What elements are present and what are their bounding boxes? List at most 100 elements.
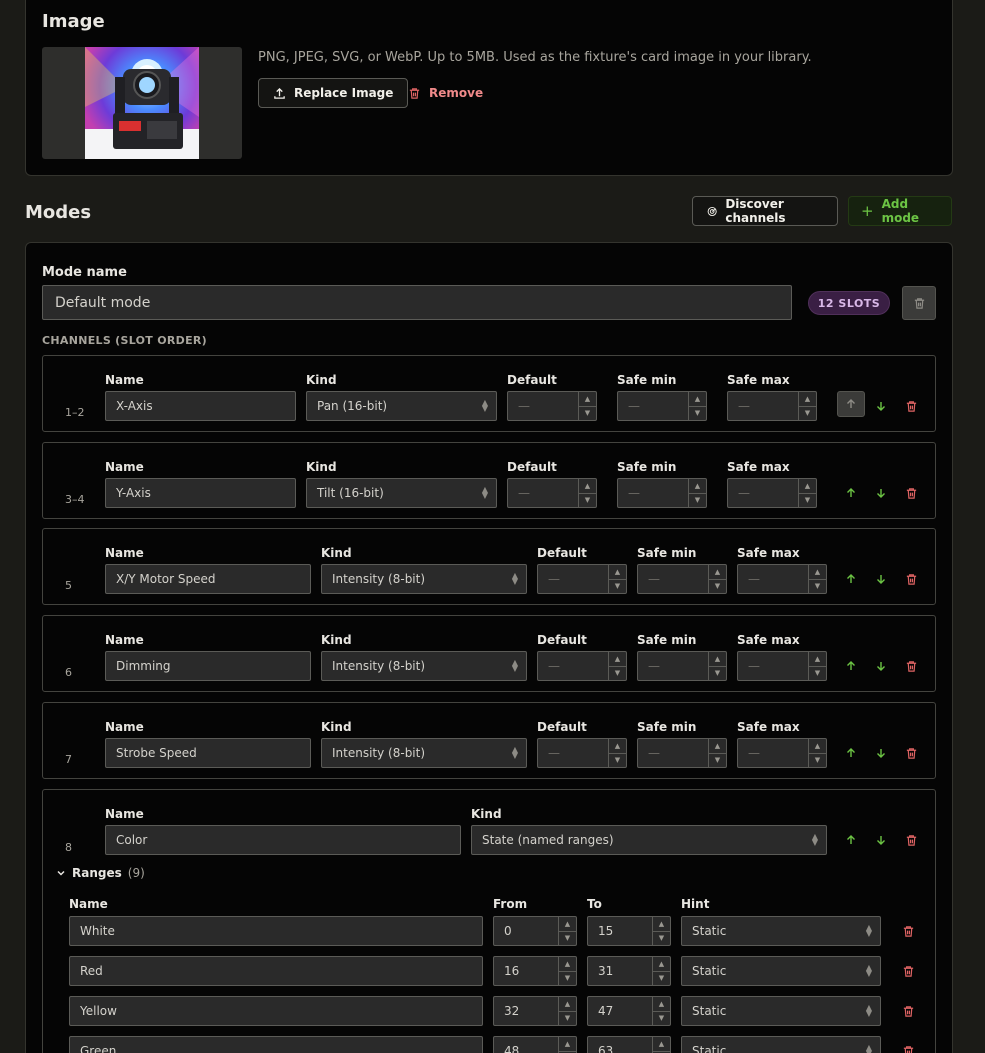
- range-to-input[interactable]: 47 ▲ ▼: [587, 996, 671, 1026]
- move-up-button[interactable]: [840, 742, 862, 764]
- delete-channel-button[interactable]: [900, 395, 922, 417]
- channel-kind-select[interactable]: Intensity (8-bit) ▲ ▼: [321, 651, 527, 681]
- number-stepper[interactable]: ▲▼: [578, 392, 596, 420]
- channel-default-input[interactable]: — ▲ ▼: [507, 478, 597, 508]
- channel-default-input[interactable]: — ▲ ▼: [537, 564, 627, 594]
- channel-kind-select[interactable]: Intensity (8-bit) ▲ ▼: [321, 564, 527, 594]
- channel-safe-min-input[interactable]: — ▲ ▼: [617, 391, 707, 421]
- delete-channel-button[interactable]: [900, 829, 922, 851]
- delete-range-button[interactable]: [897, 960, 919, 982]
- stepper-up-icon: ▲: [709, 739, 726, 754]
- channel-default-input[interactable]: — ▲ ▼: [537, 738, 627, 768]
- channel-name-input[interactable]: Color: [105, 825, 461, 855]
- number-stepper[interactable]: ▲▼: [652, 1037, 670, 1053]
- move-up-button[interactable]: [840, 655, 862, 677]
- move-down-button[interactable]: [870, 829, 892, 851]
- channel-safe-min-input[interactable]: — ▲ ▼: [637, 651, 727, 681]
- delete-mode-button[interactable]: [902, 286, 936, 320]
- number-stepper[interactable]: ▲▼: [558, 917, 576, 945]
- move-down-button[interactable]: [870, 742, 892, 764]
- range-name-value: Green: [80, 1044, 117, 1053]
- range-name-input[interactable]: Yellow: [69, 996, 483, 1026]
- delete-channel-button[interactable]: [900, 568, 922, 590]
- number-stepper[interactable]: ▲▼: [608, 739, 626, 767]
- delete-range-button[interactable]: [897, 1000, 919, 1022]
- range-to-input[interactable]: 63 ▲▼: [587, 1036, 671, 1053]
- channel-safe-min-input[interactable]: — ▲ ▼: [637, 564, 727, 594]
- range-from-input[interactable]: 32 ▲ ▼: [493, 996, 577, 1026]
- number-stepper[interactable]: ▲▼: [688, 392, 706, 420]
- range-hint-select[interactable]: Static ▲▼: [681, 1036, 881, 1053]
- trash-icon: [409, 87, 420, 99]
- mode-name-label: Mode name: [42, 265, 127, 280]
- channel-safe-max-input[interactable]: — ▲ ▼: [737, 564, 827, 594]
- move-up-button[interactable]: [840, 829, 862, 851]
- move-up-button[interactable]: [840, 482, 862, 504]
- number-stepper[interactable]: ▲▼: [808, 739, 826, 767]
- channel-safe-min-input[interactable]: — ▲ ▼: [637, 738, 727, 768]
- delete-channel-button[interactable]: [900, 742, 922, 764]
- number-stepper[interactable]: ▲▼: [652, 957, 670, 985]
- range-to-input[interactable]: 15 ▲ ▼: [587, 916, 671, 946]
- move-down-button[interactable]: [870, 568, 892, 590]
- delete-channel-button[interactable]: [900, 655, 922, 677]
- channel-safe-max-input[interactable]: — ▲ ▼: [737, 651, 827, 681]
- move-down-button[interactable]: [870, 482, 892, 504]
- range-from-input[interactable]: 0 ▲ ▼: [493, 916, 577, 946]
- range-from-input[interactable]: 16 ▲ ▼: [493, 956, 577, 986]
- channel-kind-select[interactable]: Pan (16-bit) ▲ ▼: [306, 391, 497, 421]
- delete-range-button[interactable]: [897, 1040, 919, 1053]
- move-down-button[interactable]: [870, 395, 892, 417]
- range-name-input[interactable]: Green: [69, 1036, 483, 1053]
- channel-kind-select[interactable]: Intensity (8-bit) ▲ ▼: [321, 738, 527, 768]
- discover-channels-button[interactable]: Discover channels: [692, 196, 838, 226]
- channel-default-input[interactable]: — ▲ ▼: [507, 391, 597, 421]
- range-hint-select[interactable]: Static ▲▼: [681, 996, 881, 1026]
- move-up-button[interactable]: [840, 568, 862, 590]
- range-hint-select[interactable]: Static ▲▼: [681, 916, 881, 946]
- number-stepper[interactable]: ▲▼: [558, 957, 576, 985]
- channel-kind-select[interactable]: Tilt (16-bit) ▲ ▼: [306, 478, 497, 508]
- move-down-button[interactable]: [870, 655, 892, 677]
- number-stepper[interactable]: ▲▼: [652, 917, 670, 945]
- number-stepper[interactable]: ▲▼: [558, 1037, 576, 1053]
- number-stepper[interactable]: ▲▼: [708, 565, 726, 593]
- number-stepper[interactable]: ▲▼: [688, 479, 706, 507]
- add-mode-button[interactable]: + Add mode: [848, 196, 952, 226]
- remove-image-button[interactable]: Remove: [402, 78, 489, 108]
- number-stepper[interactable]: ▲▼: [808, 565, 826, 593]
- channel-name-input[interactable]: X-Axis: [105, 391, 296, 421]
- number-stepper[interactable]: ▲▼: [808, 652, 826, 680]
- number-stepper[interactable]: ▲▼: [708, 652, 726, 680]
- number-stepper[interactable]: ▲▼: [608, 565, 626, 593]
- channel-name-input[interactable]: X/Y Motor Speed: [105, 564, 311, 594]
- channel-name-input[interactable]: Strobe Speed: [105, 738, 311, 768]
- number-stepper[interactable]: ▲▼: [798, 392, 816, 420]
- range-name-input[interactable]: Red: [69, 956, 483, 986]
- number-stepper[interactable]: ▲▼: [558, 997, 576, 1025]
- delete-channel-button[interactable]: [900, 482, 922, 504]
- delete-range-button[interactable]: [897, 920, 919, 942]
- number-stepper[interactable]: ▲▼: [708, 739, 726, 767]
- number-stepper[interactable]: ▲▼: [652, 997, 670, 1025]
- channel-safe-min-input[interactable]: — ▲ ▼: [617, 478, 707, 508]
- mode-name-input[interactable]: Default mode: [42, 285, 792, 320]
- range-to-input[interactable]: 31 ▲ ▼: [587, 956, 671, 986]
- channel-safe-max-input[interactable]: — ▲ ▼: [727, 391, 817, 421]
- range-name-input[interactable]: White: [69, 916, 483, 946]
- channel-name-input[interactable]: Dimming: [105, 651, 311, 681]
- range-from-input[interactable]: 48 ▲▼: [493, 1036, 577, 1053]
- number-stepper[interactable]: ▲▼: [798, 479, 816, 507]
- channel-name-input[interactable]: Y-Axis: [105, 478, 296, 508]
- stepper-up-icon: ▲: [653, 917, 670, 932]
- move-up-button[interactable]: [837, 391, 865, 417]
- ranges-toggle[interactable]: Ranges (9): [56, 866, 145, 880]
- range-hint-select[interactable]: Static ▲▼: [681, 956, 881, 986]
- channel-kind-select[interactable]: State (named ranges) ▲ ▼: [471, 825, 827, 855]
- number-stepper[interactable]: ▲▼: [608, 652, 626, 680]
- channel-safe-max-input[interactable]: — ▲ ▼: [727, 478, 817, 508]
- channel-default-input[interactable]: — ▲ ▼: [537, 651, 627, 681]
- number-stepper[interactable]: ▲▼: [578, 479, 596, 507]
- replace-image-button[interactable]: Replace Image: [258, 78, 409, 108]
- channel-safe-max-input[interactable]: — ▲ ▼: [737, 738, 827, 768]
